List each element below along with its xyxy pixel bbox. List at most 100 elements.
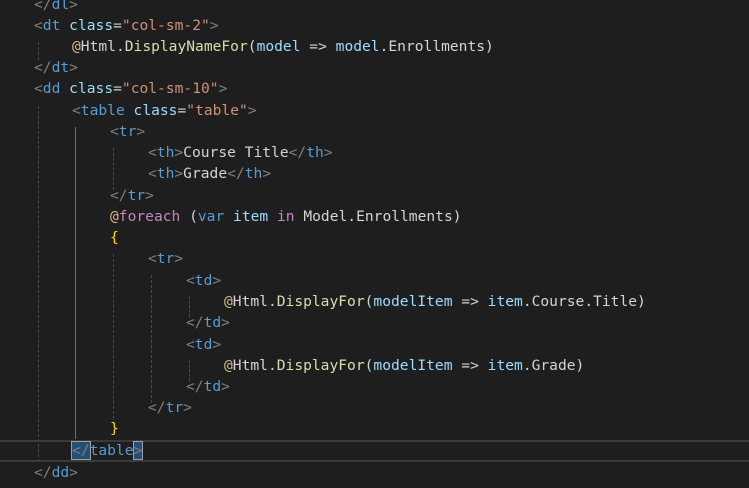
token: > (174, 250, 184, 267)
token: > (174, 165, 184, 182)
token: > (218, 80, 228, 97)
token: < (186, 272, 195, 289)
token: dd (51, 464, 70, 481)
code-line[interactable]: } (0, 418, 749, 439)
token: = (113, 17, 122, 34)
token: ( (180, 208, 198, 225)
code-line[interactable]: @Html.DisplayNameFor(model => model.Enro… (0, 36, 749, 57)
token: < (110, 123, 119, 140)
token: Course Title (183, 144, 289, 161)
token: @ (72, 38, 81, 55)
token: > (209, 17, 219, 34)
token: > (174, 144, 184, 161)
token: </ (288, 144, 307, 161)
code-line[interactable]: </td> (0, 312, 749, 333)
token: @ (224, 293, 233, 310)
code-line[interactable]: @foreach (var item in Model.Enrollments) (0, 206, 749, 227)
token: dd (42, 80, 61, 97)
token: Model.Enrollments) (294, 208, 462, 225)
token: DisplayFor (276, 357, 365, 374)
token: item (487, 293, 523, 310)
token: "table" (186, 102, 248, 119)
code-line[interactable]: @Html.DisplayFor(modelItem => item.Grade… (0, 355, 749, 376)
code-line[interactable]: <tr> (0, 121, 749, 142)
code-editor[interactable]: </dl> <dt class="col-sm-2"> @Html.Displa… (0, 0, 749, 488)
token: Html (232, 357, 268, 374)
token: > (183, 399, 192, 416)
token: th (156, 144, 175, 161)
token: Grade (183, 165, 228, 182)
token: > (247, 102, 257, 119)
token: class (133, 102, 178, 119)
token: </ (34, 0, 52, 13)
token: </ (227, 165, 245, 182)
code-line[interactable]: <th>Course Title</th> (0, 142, 749, 163)
token: > (69, 0, 78, 13)
code-line[interactable]: <tr> (0, 248, 749, 269)
code-line[interactable]: </dl> (0, 0, 749, 15)
token: < (148, 165, 157, 182)
token: table (80, 102, 125, 119)
token: < (34, 80, 43, 97)
token: < (148, 250, 157, 267)
token: item (487, 357, 523, 374)
code-line[interactable]: @Html.DisplayFor(modelItem => item.Cours… (0, 291, 749, 312)
token: tr (127, 187, 146, 204)
token: < (148, 144, 157, 161)
token: Enrollments (388, 38, 486, 55)
token: </ (186, 314, 204, 331)
code-line[interactable]: <table class="table"> (0, 100, 749, 121)
token: model (256, 38, 301, 55)
code-line[interactable]: <td> (0, 270, 749, 291)
token: } (110, 420, 119, 437)
token: Html (232, 293, 268, 310)
token: ) (485, 38, 494, 55)
token: < (186, 336, 195, 353)
token: foreach (118, 208, 181, 225)
code-line[interactable]: <td> (0, 334, 749, 355)
token: </ (34, 464, 52, 481)
code-line[interactable]: { (0, 227, 749, 248)
token: class (69, 80, 114, 97)
token: </ (186, 378, 204, 395)
bracket-match-highlight: > (132, 441, 144, 460)
token: > (212, 336, 222, 353)
token: item (233, 208, 269, 225)
code-line[interactable]: </tr> (0, 185, 749, 206)
token: dl (51, 0, 70, 13)
token: > (212, 272, 222, 289)
token: => (452, 357, 488, 374)
code-line[interactable]: </tr> (0, 397, 749, 418)
token: > (69, 464, 78, 481)
token: in (277, 208, 295, 225)
token: tr (118, 123, 137, 140)
token: = (177, 102, 187, 119)
token: class (69, 17, 114, 34)
token: ( (247, 38, 257, 55)
token: th (156, 165, 175, 182)
code-line[interactable]: <dd class="col-sm-10"> (0, 78, 749, 99)
token: > (136, 123, 146, 140)
code-line[interactable]: </dd> (0, 462, 749, 483)
token: > (69, 59, 78, 76)
token: .Grade) (522, 357, 585, 374)
token: > (221, 378, 230, 395)
token: { (110, 229, 119, 246)
token: modelItem (373, 357, 453, 374)
code-line[interactable]: </dt> (0, 57, 749, 78)
code-line-current[interactable]: </table> (0, 440, 749, 462)
code-line[interactable]: </td> (0, 376, 749, 397)
token: > (145, 187, 154, 204)
token: var (197, 208, 225, 225)
token: Html (80, 38, 116, 55)
token: . (115, 38, 125, 55)
token: < (34, 17, 43, 34)
token: </ (110, 187, 128, 204)
code-line[interactable]: <th>Grade</th> (0, 163, 749, 184)
token: table (89, 442, 134, 459)
token: @ (224, 357, 233, 374)
code-line[interactable]: <dt class="col-sm-2"> (0, 15, 749, 36)
token: .Course.Title) (522, 293, 646, 310)
